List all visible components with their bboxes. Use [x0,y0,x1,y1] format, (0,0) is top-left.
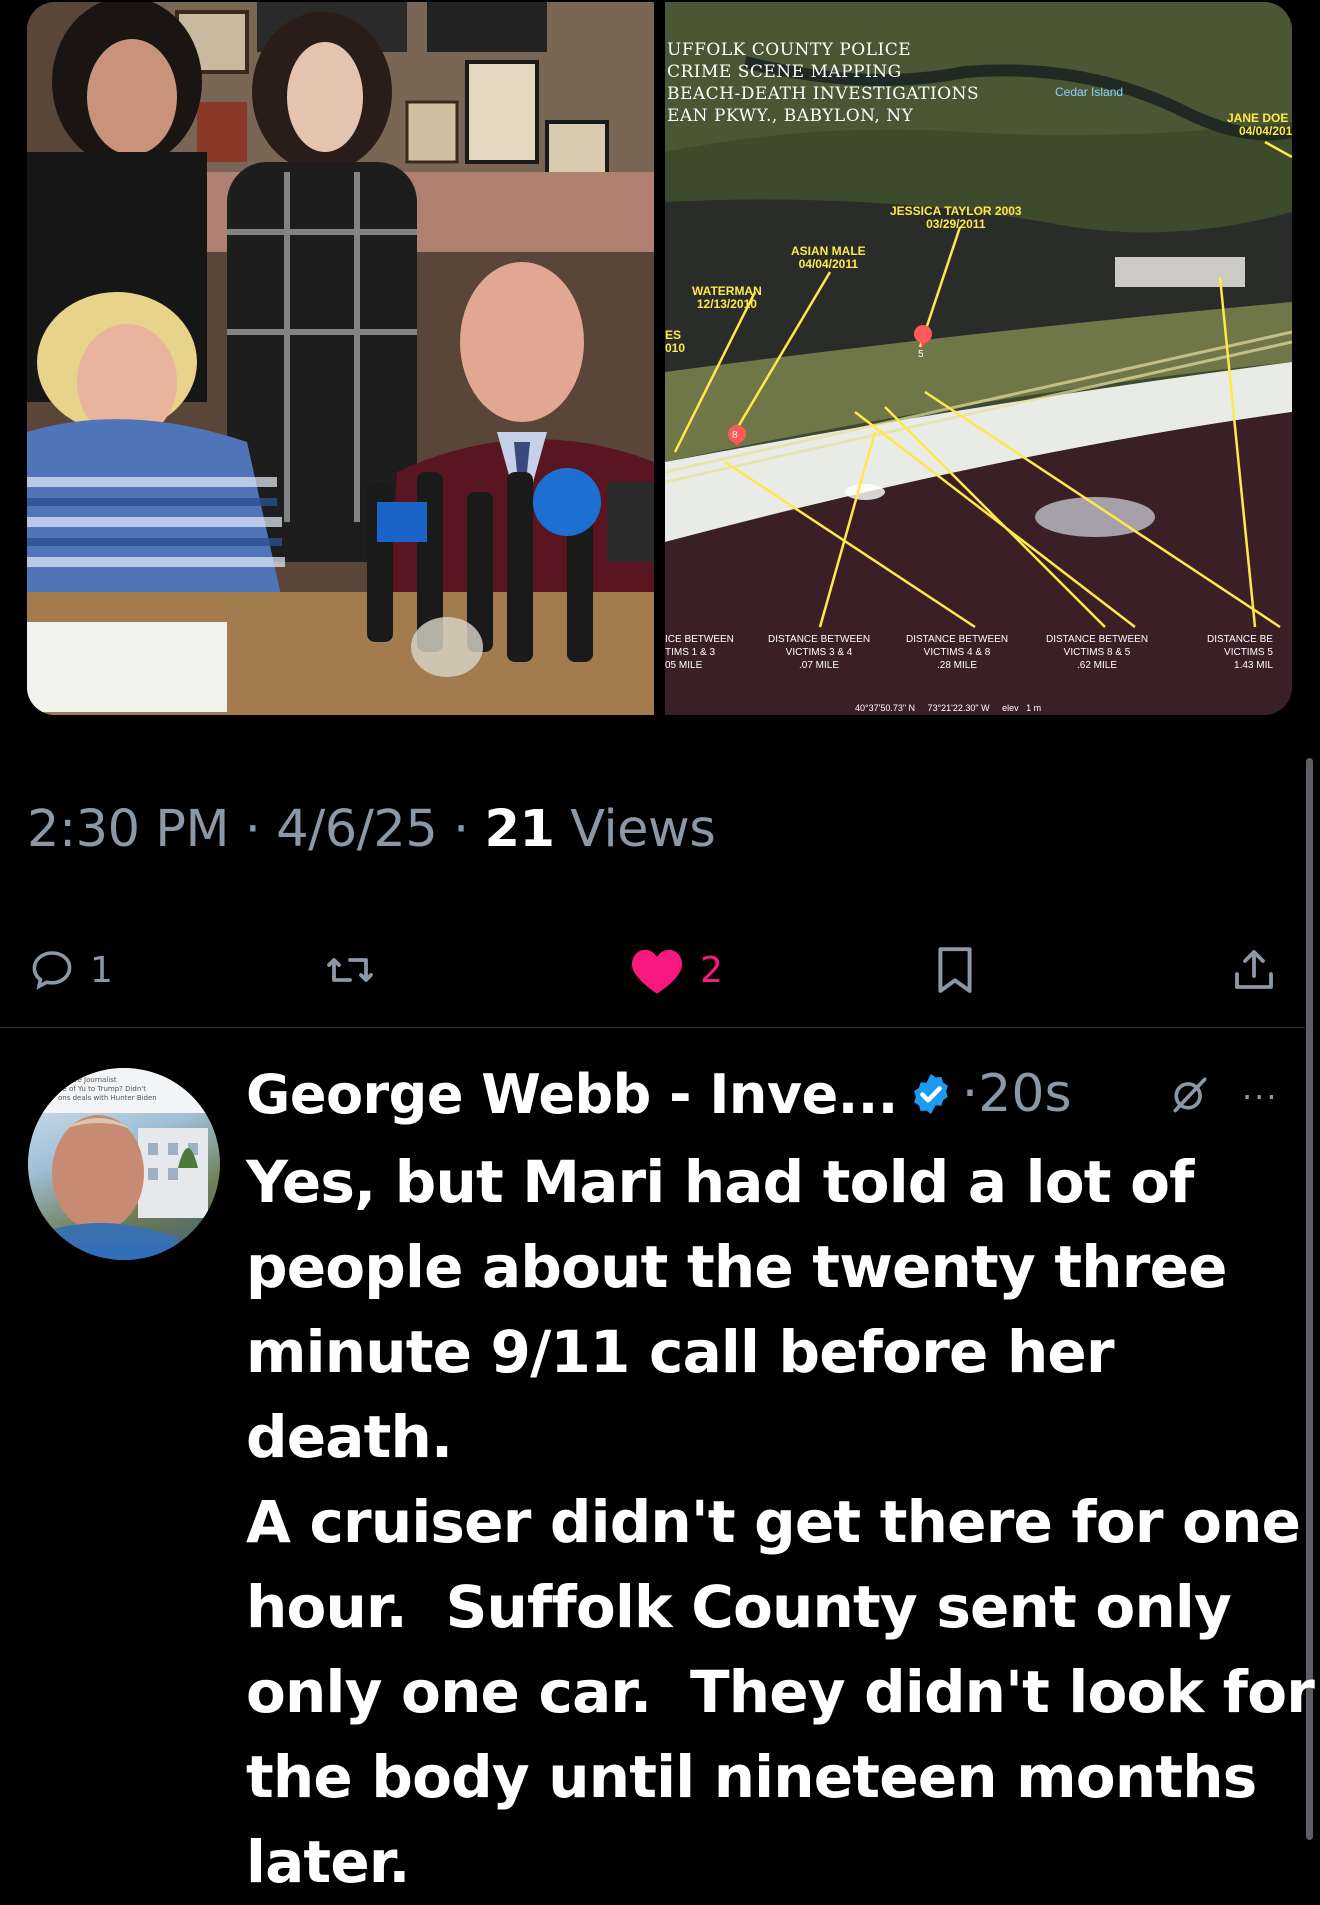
header-separator: · [961,1064,979,1124]
distance-label: ICE BETWEEN TIMS 1 & 3 05 MILE [665,634,734,671]
map-header-line: UFFOLK COUNTY POLICE [667,40,912,60]
avatar[interactable]: igative Journalist ne of Yu to Trump? Di… [28,1068,220,1260]
divider [0,1027,1305,1028]
retweet-icon [327,958,373,982]
retweet-button[interactable] [323,935,377,1005]
share-button[interactable] [1230,935,1278,1005]
views-label: Views [570,800,716,859]
bookmark-button[interactable] [932,935,978,1005]
reply-icon [32,951,72,990]
map-header-line: BEACH-DEATH INVESTIGATIONS [667,84,980,104]
distance-label: DISTANCE BETWEEN VICTIMS 4 & 8.28 MILE [906,634,1009,671]
victim-label: JESSICA TAYLOR 2003 03/29/2011 [890,204,1022,231]
author-name[interactable]: George Webb - Inve... [246,1063,898,1126]
views-count: 21 [484,800,555,859]
press-conference-photo[interactable] [27,2,654,715]
place-label: Cedar Island [1055,85,1124,99]
map-coordinates: 40°37'50.73" N 73°21'22.30" W elev 1 m [855,703,1042,713]
marker-number: 5 [918,349,924,360]
reply-header: George Webb - Inve... · 20s [246,1060,1072,1128]
tweet-media[interactable]: UFFOLK COUNTY POLICE CRIME SCENE MAPPING… [27,2,1292,715]
reply-text: Yes, but Mari had told a lot of people a… [246,1148,1315,1896]
like-button[interactable]: 2 [628,935,723,1005]
post-meta: 2:30 PM · 4/6/25 · 21 Views [27,800,716,859]
distance-label: DISTANCE BE VICTIMS 5 1.43 MIL [1207,634,1273,671]
action-bar: 1 2 [0,935,1320,1005]
post-date[interactable]: 4/6/25 [276,800,438,859]
verified-badge-icon [913,1073,948,1115]
bookmark-icon [938,947,972,993]
meta-separator: · [244,800,261,859]
map-header-line: EAN PKWY., BABYLON, NY [667,106,914,126]
victim-label: WATERMAN 12/13/2010 [692,284,762,311]
like-count: 2 [700,949,723,991]
victim-label: JANE DOE 204/04/2011 [1227,111,1292,138]
meta-separator: · [453,800,469,859]
post-time[interactable]: 2:30 PM [27,800,230,859]
share-icon [1235,950,1273,989]
map-header-line: CRIME SCENE MAPPING [667,62,902,82]
heart-icon [631,949,683,994]
distance-label: DISTANCE BETWEEN VICTIMS 3 & 4.07 MILE [768,634,871,671]
reply-count: 1 [90,949,113,991]
victim-label: ES 010 [665,328,686,355]
reply-timestamp[interactable]: 20s [978,1064,1071,1124]
victim-label: ASIAN MALE 04/04/2011 [791,244,866,271]
more-icon[interactable]: ··· [1242,1078,1279,1116]
avatar-caption: igative Journalist ne of Yu to Trump? Di… [58,1076,157,1102]
reply-button[interactable]: 1 [28,935,113,1005]
crime-scene-map[interactable]: UFFOLK COUNTY POLICE CRIME SCENE MAPPING… [665,2,1292,715]
marker-number: 8 [732,430,738,441]
press-conference-illustration [27,2,654,715]
distance-label: DISTANCE BETWEEN VICTIMS 8 & 5.62 MILE [1046,634,1149,671]
grok-icon[interactable] [1168,1072,1212,1116]
